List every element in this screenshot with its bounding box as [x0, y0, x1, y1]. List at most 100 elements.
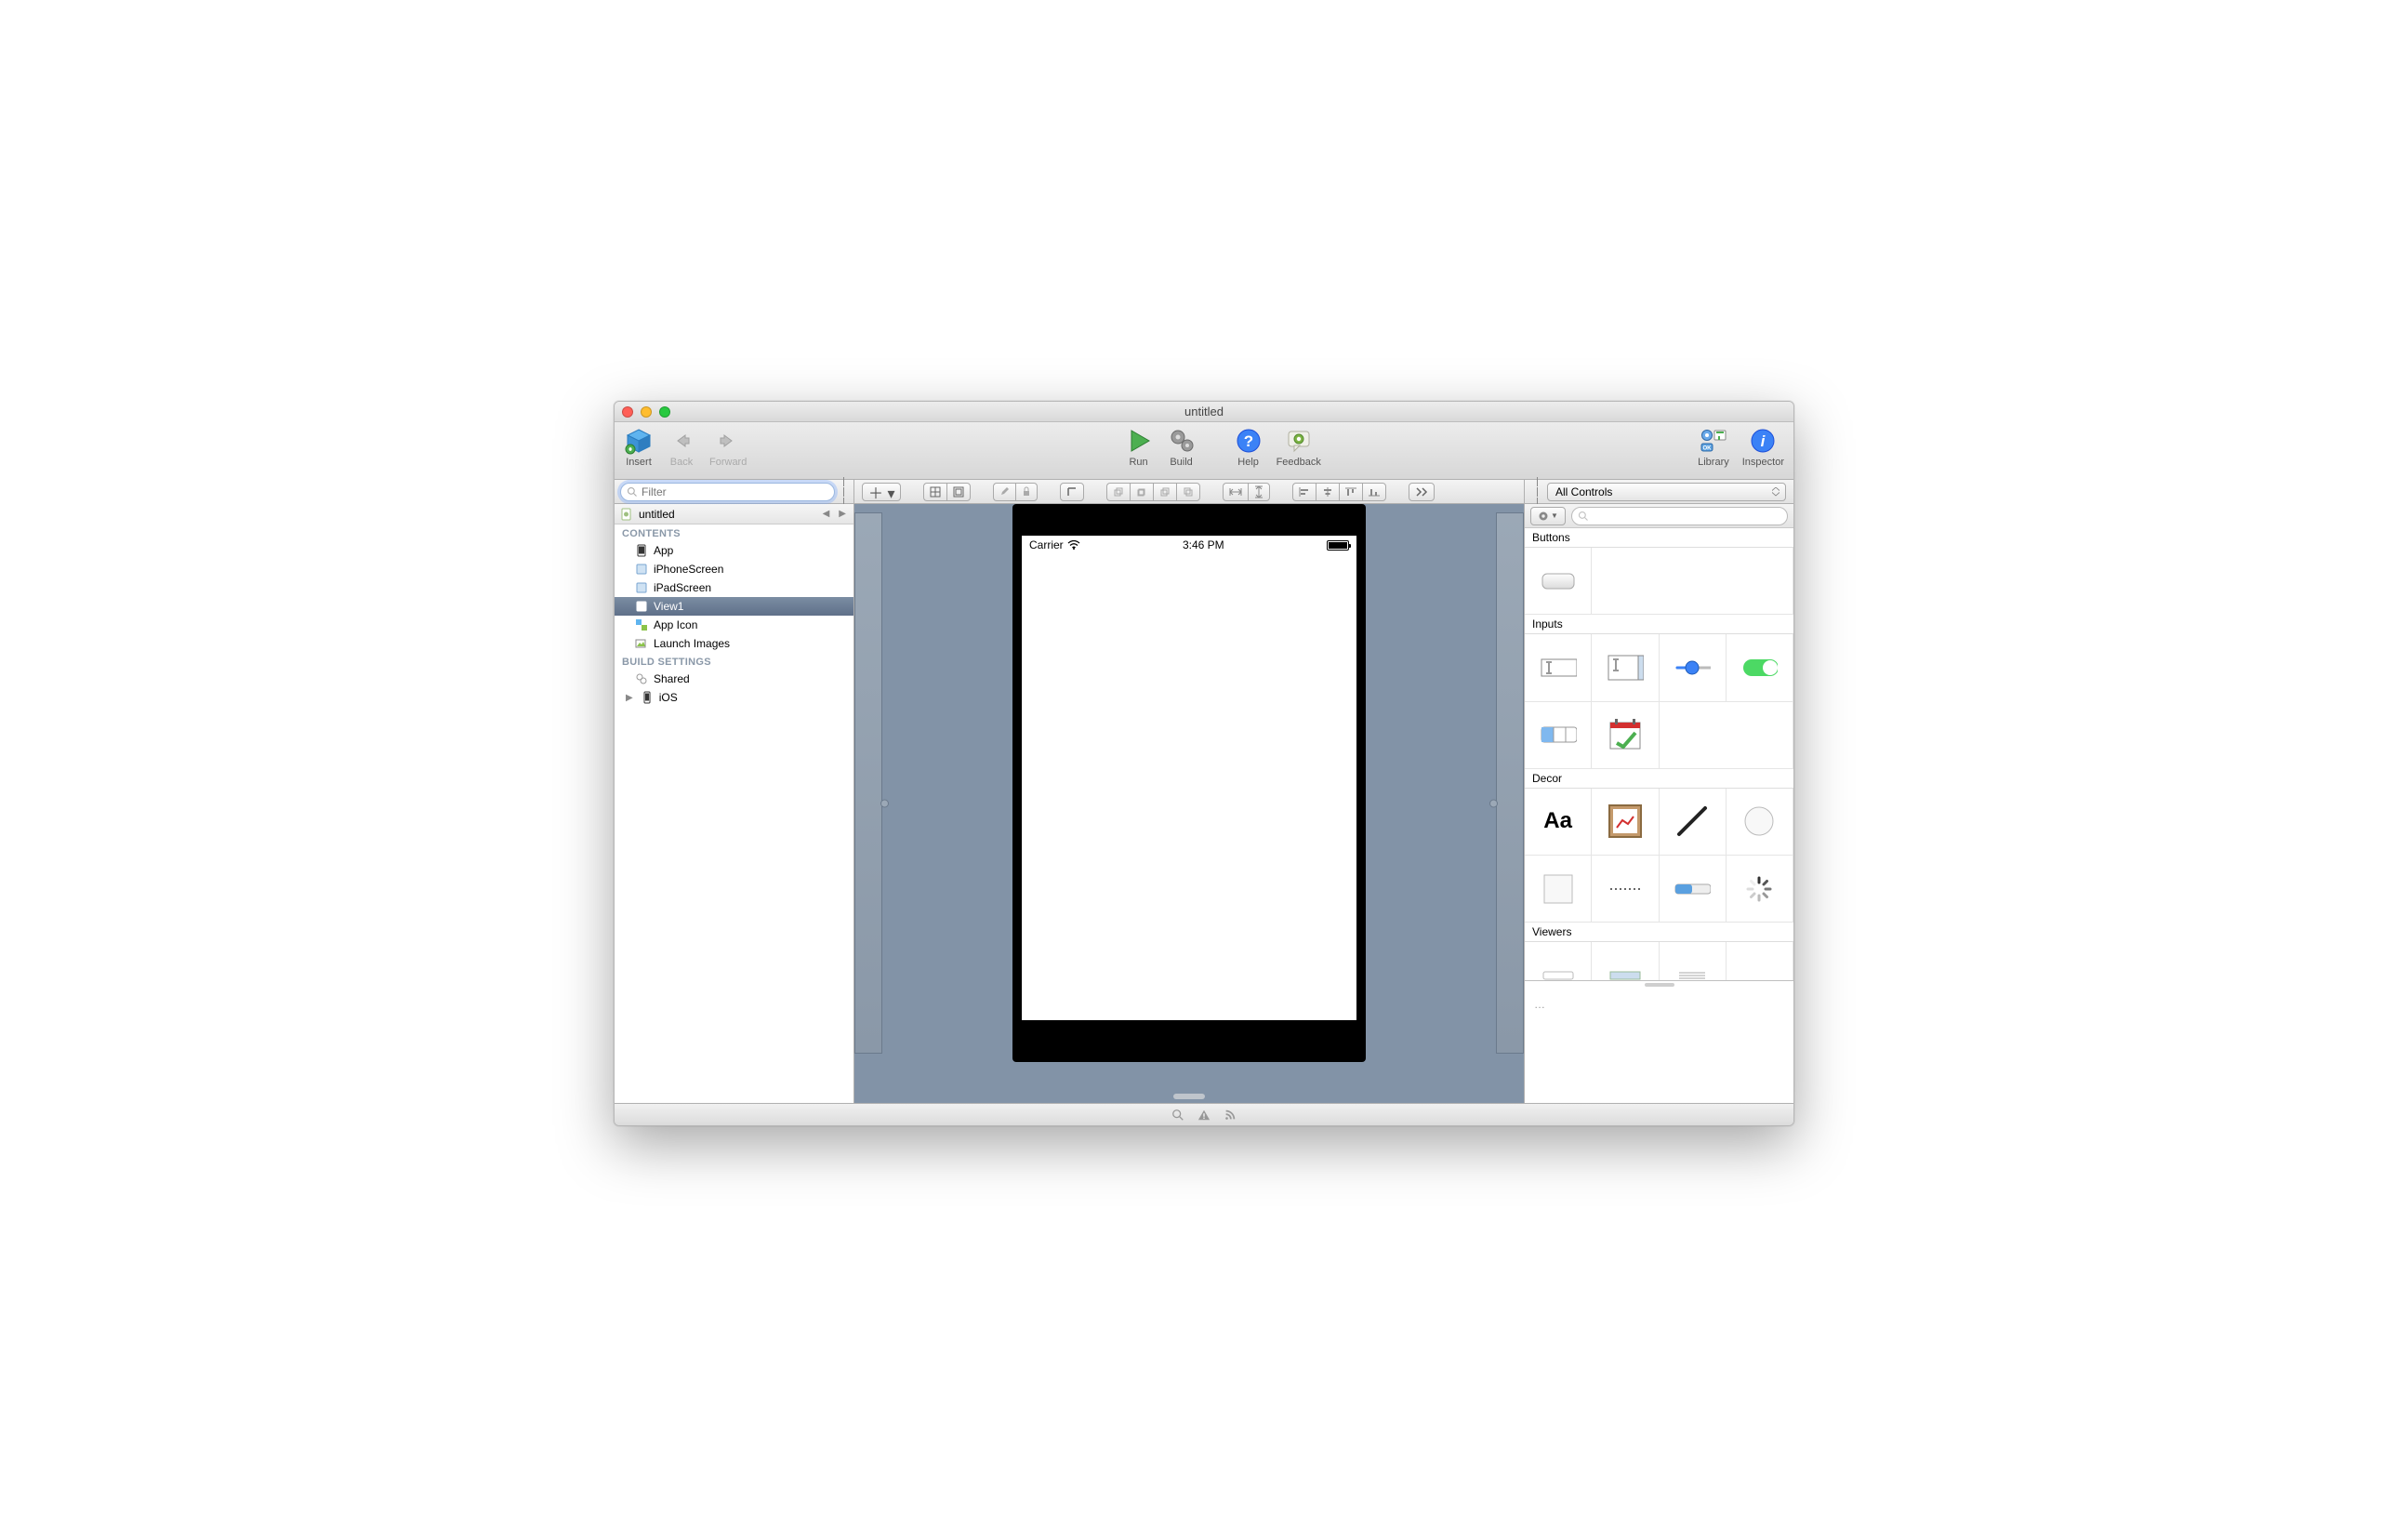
layer-1-button[interactable]	[1106, 483, 1130, 501]
svg-text:OK: OK	[1702, 446, 1712, 452]
sidebar-item-ipad-screen[interactable]: iPadScreen	[615, 578, 853, 597]
library-category-popup[interactable]: All Controls	[1547, 483, 1786, 501]
titlebar: untitled	[615, 402, 1793, 422]
library-item-switch[interactable]	[1727, 634, 1793, 701]
project-header[interactable]: untitled ◀ ▶	[615, 504, 853, 524]
sidebar-item-ios[interactable]: ▶ iOS	[615, 688, 853, 707]
align-center-icon	[1322, 487, 1333, 497]
library-item-spinner[interactable]	[1727, 856, 1793, 923]
add-button[interactable]: ＋ ▾	[862, 483, 901, 501]
warning-icon[interactable]	[1197, 1109, 1211, 1122]
list-icon	[953, 486, 964, 498]
inspector-resize-handle[interactable]	[1532, 477, 1541, 507]
rss-icon[interactable]	[1224, 1109, 1237, 1122]
library-item-slider[interactable]	[1660, 634, 1727, 701]
screen-icon	[635, 563, 648, 576]
canvas-ruler-right	[1496, 512, 1524, 1054]
align-center-button[interactable]	[1316, 483, 1339, 501]
library-section-buttons: Buttons	[1525, 528, 1793, 548]
library-button[interactable]: OK Library	[1698, 426, 1729, 468]
sidebar-item-launch-images[interactable]: Launch Images	[615, 634, 853, 653]
cube-plus-icon	[624, 426, 654, 456]
sidebar-item-view1[interactable]: View1	[615, 597, 853, 616]
build-button[interactable]: Build	[1167, 426, 1197, 468]
library-item-viewer-1[interactable]	[1525, 942, 1592, 980]
library-search-field[interactable]	[1571, 507, 1788, 525]
gear-icon	[1538, 511, 1549, 522]
sidebar-item-iphone-screen[interactable]: iPhoneScreen	[615, 560, 853, 578]
library-item-progressbar[interactable]	[1660, 856, 1727, 923]
library-item-textfield[interactable]	[1525, 634, 1592, 701]
navigator-sidebar: untitled ◀ ▶ CONTENTS App iPhoneScreen i…	[615, 504, 854, 1103]
sidebar-filter-field[interactable]	[620, 483, 835, 501]
zoom-window-button[interactable]	[659, 406, 670, 418]
device-screen[interactable]: Carrier 3:46 PM	[1022, 536, 1356, 1020]
library-item-textarea[interactable]	[1592, 634, 1659, 701]
library-item-oval[interactable]	[1727, 789, 1793, 856]
library-section-viewers: Viewers	[1525, 923, 1793, 942]
app-icon	[635, 544, 648, 557]
sidebar-item-app-icon[interactable]: App Icon	[615, 616, 853, 634]
library-icon: OK	[1699, 426, 1728, 456]
library-item-button[interactable]	[1525, 548, 1592, 615]
library-options-button[interactable]: ▼	[1530, 507, 1566, 525]
close-window-button[interactable]	[622, 406, 633, 418]
time-label: 3:46 PM	[1183, 538, 1224, 551]
appicon-icon	[635, 618, 648, 631]
help-button[interactable]: ? Help	[1234, 426, 1264, 468]
library-item-label[interactable]: Aa	[1525, 789, 1592, 856]
prev-item-button[interactable]: ◀	[821, 509, 832, 519]
feedback-button[interactable]: Feedback	[1277, 426, 1321, 468]
resize-knob-right[interactable]	[1489, 800, 1498, 808]
search-icon[interactable]	[1171, 1109, 1184, 1122]
library-item-segmented[interactable]	[1525, 702, 1592, 769]
corner-button[interactable]	[1060, 483, 1084, 501]
gears-icon	[1167, 426, 1197, 456]
library-item-rect[interactable]	[1525, 856, 1592, 923]
sidebar-filter-input[interactable]	[642, 485, 828, 498]
layer-4-button[interactable]	[1176, 483, 1200, 501]
layers-icon	[1159, 486, 1171, 498]
library-item-datepicker[interactable]	[1592, 702, 1659, 769]
sidebar-item-shared[interactable]: Shared	[615, 670, 853, 688]
device-icon	[641, 691, 654, 704]
layer-2-button[interactable]	[1130, 483, 1153, 501]
library-section-decor: Decor	[1525, 769, 1793, 789]
align-top-button[interactable]	[1339, 483, 1362, 501]
library-item-image[interactable]	[1592, 789, 1659, 856]
layer-3-button[interactable]	[1153, 483, 1176, 501]
lock-button[interactable]	[1015, 483, 1038, 501]
view-mode-grid-button[interactable]	[923, 483, 946, 501]
fit-height-button[interactable]	[1248, 483, 1270, 501]
library-item-separator[interactable]	[1592, 856, 1659, 923]
view-icon	[635, 600, 648, 613]
help-icon: ?	[1234, 426, 1264, 456]
view-mode-list-button[interactable]	[946, 483, 971, 501]
images-icon	[635, 637, 648, 650]
inspector-button[interactable]: i Inspector	[1742, 426, 1784, 468]
library-item-viewer-2[interactable]	[1592, 942, 1659, 980]
info-icon: i	[1748, 426, 1778, 456]
canvas-bottom-handle[interactable]	[1173, 1094, 1205, 1099]
minimize-window-button[interactable]	[641, 406, 652, 418]
sidebar-item-app[interactable]: App	[615, 541, 853, 560]
forward-button[interactable]: Forward	[709, 426, 747, 468]
next-item-button[interactable]: ▶	[837, 509, 848, 519]
disclosure-triangle[interactable]: ▶	[624, 693, 635, 703]
library-item-line[interactable]	[1660, 789, 1727, 856]
library-item-viewer-3[interactable]	[1660, 942, 1727, 980]
align-left-button[interactable]	[1292, 483, 1316, 501]
edit-button[interactable]	[993, 483, 1015, 501]
resize-knob-left[interactable]	[880, 800, 889, 808]
layers-icon	[1136, 486, 1147, 498]
align-bottom-button[interactable]	[1362, 483, 1386, 501]
canvas-area[interactable]: Carrier 3:46 PM	[854, 504, 1524, 1103]
run-button[interactable]: Run	[1124, 426, 1154, 468]
sidebar-resize-handle[interactable]	[839, 477, 848, 507]
back-button[interactable]: Back	[667, 426, 696, 468]
insert-button[interactable]: Insert	[624, 426, 654, 468]
fit-width-button[interactable]	[1223, 483, 1248, 501]
library-list[interactable]: Buttons Inputs D	[1525, 528, 1793, 980]
overflow-button[interactable]	[1409, 483, 1435, 501]
description-resize-grip[interactable]	[1645, 983, 1674, 987]
